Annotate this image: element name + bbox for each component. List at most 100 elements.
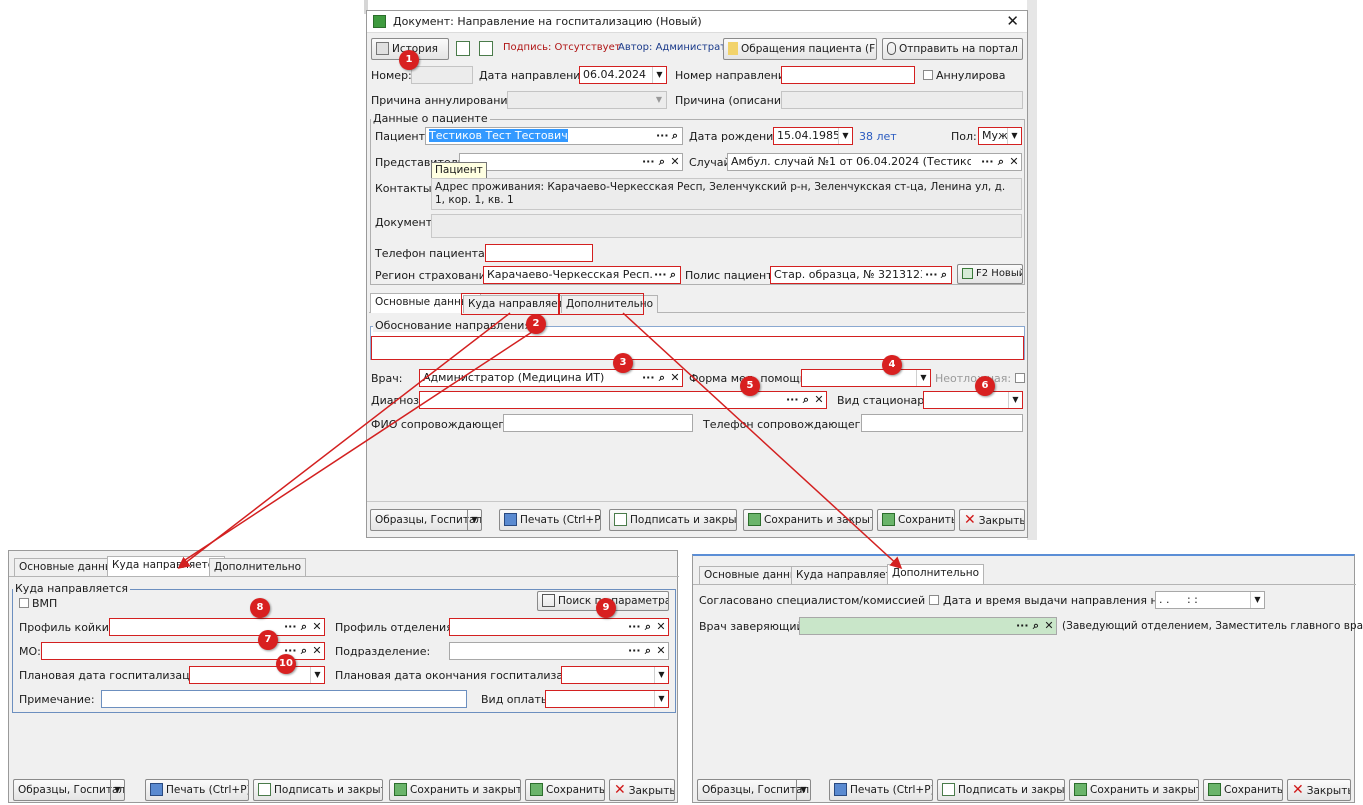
- birth-field[interactable]: 15.04.1985 ▼: [773, 127, 853, 145]
- chevron-down-icon[interactable]: ▼: [654, 691, 668, 707]
- tab-additional[interactable]: Дополнительно: [209, 558, 307, 576]
- chevron-down-icon[interactable]: ▼: [1250, 592, 1264, 608]
- more-icon[interactable]: ···: [1016, 618, 1029, 634]
- diagnosis-field[interactable]: ··· ⌕ ✕: [419, 391, 827, 409]
- more-icon[interactable]: ···: [642, 154, 655, 170]
- search-icon[interactable]: ⌕: [995, 154, 1007, 170]
- new-policy-button[interactable]: F2 Новый: [957, 264, 1023, 284]
- date-field[interactable]: 06.04.2024 ▼: [579, 66, 667, 84]
- more-icon[interactable]: ···: [642, 370, 655, 386]
- send-portal-button[interactable]: Отправить на портал: [882, 38, 1023, 60]
- patient-field[interactable]: Тестиков Тест Тестович ··· ⌕: [425, 127, 683, 145]
- subdivision-field[interactable]: ··· ⌕ ✕: [449, 642, 669, 660]
- representative-field[interactable]: ··· ⌕ ✕: [459, 153, 683, 171]
- med-form-select[interactable]: ▼: [801, 369, 931, 387]
- chevron-down-icon[interactable]: ▼: [652, 92, 666, 108]
- print-button[interactable]: Печать (Ctrl+P): [829, 779, 933, 801]
- vmp-checkbox[interactable]: ВМП: [19, 597, 57, 610]
- clear-icon[interactable]: ✕: [655, 643, 667, 659]
- print-button[interactable]: Печать (Ctrl+P): [145, 779, 249, 801]
- print-button[interactable]: Печать (Ctrl+P): [499, 509, 601, 531]
- samples-button[interactable]: Образцы, Госпитализ. ▼: [697, 779, 811, 801]
- clear-icon[interactable]: ✕: [311, 619, 323, 635]
- chevron-down-icon[interactable]: ▼: [796, 780, 810, 800]
- payment-select[interactable]: ▼: [545, 690, 669, 708]
- save-button[interactable]: Сохранить: [525, 779, 605, 801]
- chevron-down-icon[interactable]: ▼: [467, 510, 481, 530]
- search-icon[interactable]: ⌕: [642, 619, 654, 635]
- search-icon[interactable]: ⌕: [1030, 618, 1042, 634]
- save-button[interactable]: Сохранить: [1203, 779, 1283, 801]
- search-icon[interactable]: ⌕: [656, 154, 668, 170]
- note-field[interactable]: [101, 690, 467, 708]
- appeals-button[interactable]: Обращения пациента (F11): [723, 38, 877, 60]
- close-button[interactable]: ✕ Закрыть: [959, 509, 1025, 531]
- dept-profile-field[interactable]: ··· ⌕ ✕: [449, 618, 669, 636]
- issue-date-field[interactable]: . . : : ▼: [1155, 591, 1265, 609]
- search-icon[interactable]: ⌕: [298, 619, 310, 635]
- search-icon[interactable]: ⌕: [656, 370, 668, 386]
- chevron-down-icon[interactable]: ▼: [838, 128, 852, 144]
- clear-icon[interactable]: ✕: [669, 370, 681, 386]
- more-icon[interactable]: ···: [628, 643, 641, 659]
- annulled-checkbox[interactable]: Аннулирова: [923, 69, 1006, 82]
- policy-field[interactable]: Стар. образца, № 3213123213 ··· ⌕: [770, 266, 952, 284]
- clear-icon[interactable]: ✕: [655, 619, 667, 635]
- search-icon[interactable]: ⌕: [800, 392, 812, 408]
- reason-select[interactable]: ▼: [507, 91, 667, 109]
- search-icon[interactable]: ⌕: [669, 128, 681, 144]
- clear-icon[interactable]: ✕: [669, 154, 681, 170]
- region-field[interactable]: Карачаево-Черкесская Респ. ··· ⌕: [483, 266, 681, 284]
- escort-phone-field[interactable]: [861, 414, 1023, 432]
- number-field[interactable]: [411, 66, 473, 84]
- more-icon[interactable]: ···: [628, 619, 641, 635]
- close-button[interactable]: ✕ Закрыть: [609, 779, 675, 801]
- close-button[interactable]: ✕ Закрыть: [1287, 779, 1351, 801]
- chevron-down-icon[interactable]: ▼: [110, 780, 124, 800]
- sign-doc-icon[interactable]: [456, 41, 470, 56]
- clear-icon[interactable]: ✕: [813, 392, 825, 408]
- planned-date-field[interactable]: ▼: [189, 666, 325, 684]
- search-icon[interactable]: ⌕: [667, 267, 679, 283]
- chevron-down-icon[interactable]: ▼: [916, 370, 930, 386]
- sign-close-button[interactable]: Подписать и закрыть: [937, 779, 1065, 801]
- more-icon[interactable]: ···: [925, 267, 938, 283]
- more-icon[interactable]: ···: [654, 267, 667, 283]
- phone-field[interactable]: [485, 244, 593, 262]
- search-icon[interactable]: ⌕: [642, 643, 654, 659]
- save-close-button[interactable]: Сохранить и закрыть: [1069, 779, 1199, 801]
- sign-close-button[interactable]: Подписать и закрыть: [609, 509, 737, 531]
- case-field[interactable]: Амбул. случай №1 от 06.04.2024 (Тестиков…: [727, 153, 1022, 171]
- tab-additional[interactable]: Дополнительно: [887, 564, 985, 584]
- samples-button[interactable]: Образцы, Госпитализ. ▼: [370, 509, 482, 531]
- chevron-down-icon[interactable]: ▼: [654, 667, 668, 683]
- hospital-kind-select[interactable]: ▼: [923, 391, 1023, 409]
- search-icon[interactable]: ⌕: [298, 643, 310, 659]
- save-close-button[interactable]: Сохранить и закрыть: [743, 509, 873, 531]
- chevron-down-icon[interactable]: ▼: [310, 667, 324, 683]
- sex-select[interactable]: Муж. ▼: [978, 127, 1022, 145]
- certifying-field[interactable]: ··· ⌕ ✕: [799, 617, 1057, 635]
- unsign-doc-icon[interactable]: [479, 41, 493, 56]
- save-close-button[interactable]: Сохранить и закрыть: [389, 779, 521, 801]
- chevron-down-icon[interactable]: ▼: [1008, 392, 1022, 408]
- reason-desc-field[interactable]: [781, 91, 1023, 109]
- search-icon[interactable]: ⌕: [938, 267, 950, 283]
- justification-highlight[interactable]: [371, 336, 1024, 360]
- clear-icon[interactable]: ✕: [1043, 618, 1055, 634]
- dir-number-field[interactable]: [781, 66, 915, 84]
- clear-icon[interactable]: ✕: [311, 643, 323, 659]
- close-icon[interactable]: ✕: [1006, 12, 1019, 30]
- agreed-checkbox[interactable]: Согласовано специалистом/комиссией: [699, 594, 942, 607]
- save-button[interactable]: Сохранить: [877, 509, 955, 531]
- more-icon[interactable]: ···: [786, 392, 799, 408]
- planned-end-field[interactable]: ▼: [561, 666, 669, 684]
- tab-destination[interactable]: Куда направляется: [107, 556, 225, 576]
- more-icon[interactable]: ···: [656, 128, 669, 144]
- chevron-down-icon[interactable]: ▼: [652, 67, 666, 83]
- chevron-down-icon[interactable]: ▼: [1007, 128, 1021, 144]
- bed-profile-field[interactable]: ··· ⌕ ✕: [109, 618, 325, 636]
- doctor-field[interactable]: Администратор (Медицина ИТ) ··· ⌕ ✕: [419, 369, 683, 387]
- clear-icon[interactable]: ✕: [1008, 154, 1020, 170]
- more-icon[interactable]: ···: [284, 619, 297, 635]
